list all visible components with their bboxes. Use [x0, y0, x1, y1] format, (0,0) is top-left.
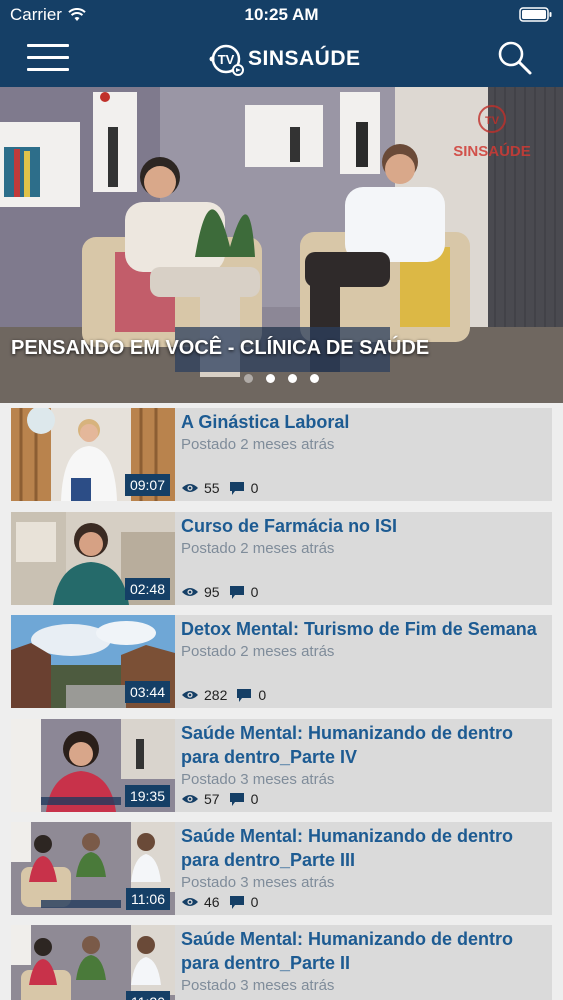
eye-icon — [182, 691, 198, 699]
comment-icon — [229, 481, 244, 495]
video-thumbnail: 19:35 — [11, 719, 175, 812]
video-thumbnail: 02:48 — [11, 512, 175, 605]
video-posted: Postado 3 meses atrás — [181, 874, 335, 891]
video-list-item[interactable]: 11:20 Saúde Mental: Humanizando de dentr… — [11, 925, 552, 1000]
view-count: 95 — [204, 584, 220, 600]
svg-text:TV: TV — [218, 52, 235, 67]
view-count: 55 — [204, 480, 220, 496]
search-button[interactable] — [495, 38, 535, 78]
comment-count: 0 — [250, 791, 259, 807]
status-bar: Carrier 10:25 AM — [0, 0, 563, 30]
video-title: A Ginástica Laboral — [181, 412, 350, 432]
video-posted: Postado 2 meses atrás — [181, 540, 335, 557]
video-title: Detox Mental: Turismo de Fim de Semana — [181, 619, 537, 639]
carousel-dot[interactable] — [288, 374, 297, 383]
svg-text:SINSAÚDE: SINSAÚDE — [453, 142, 531, 160]
video-thumbnail: 03:44 — [11, 615, 175, 708]
comment-count: 0 — [250, 584, 259, 600]
video-info: Detox Mental: Turismo de Fim de Semana P… — [181, 617, 549, 706]
comment-icon — [229, 585, 244, 599]
video-thumbnail: 09:07 — [11, 408, 175, 501]
carousel-dot[interactable] — [266, 374, 275, 383]
video-posted: Postado 3 meses atrás — [181, 771, 335, 788]
eye-icon — [182, 484, 198, 492]
navbar: TV SINSAÚDE — [0, 30, 563, 87]
comment-icon — [229, 792, 244, 806]
battery-icon — [519, 7, 553, 27]
video-title: Saúde Mental: Humanizando de dentro para… — [181, 723, 514, 767]
comment-icon — [229, 895, 244, 909]
video-stats: 57 0 — [181, 791, 258, 807]
video-list-item[interactable]: 19:35 Saúde Mental: Humanizando de dentr… — [11, 719, 552, 812]
video-duration: 02:48 — [124, 578, 170, 600]
comment-count: 0 — [250, 480, 259, 496]
comment-count: 0 — [258, 687, 267, 703]
video-list-item[interactable]: 03:44 Detox Mental: Turismo de Fim de Se… — [11, 615, 552, 708]
eye-icon — [182, 588, 198, 596]
featured-carousel[interactable]: TV SINSAÚDE PENSANDO EM VOCÊ - CLÍNICA D… — [0, 87, 563, 403]
video-posted: Postado 2 meses atrás — [181, 643, 335, 660]
video-list-item[interactable]: 11:06 Saúde Mental: Humanizando de dentr… — [11, 822, 552, 915]
video-info: A Ginástica Laboral Postado 2 meses atrá… — [181, 410, 549, 499]
video-stats: 95 0 — [181, 584, 258, 600]
view-count: 57 — [204, 791, 220, 807]
video-posted: Postado 2 meses atrás — [181, 436, 335, 453]
video-info: Saúde Mental: Humanizando de dentro para… — [181, 721, 549, 810]
video-duration: 11:20 — [126, 991, 170, 1000]
video-posted: Postado 3 meses atrás — [181, 977, 335, 994]
comment-icon — [237, 688, 252, 702]
logo-text: SINSAÚDE — [248, 47, 361, 70]
svg-text:TV: TV — [485, 115, 500, 127]
video-title: Curso de Farmácia no ISI — [181, 516, 398, 536]
status-time: 10:25 AM — [244, 5, 319, 24]
video-title: Saúde Mental: Humanizando de dentro para… — [181, 826, 514, 870]
video-thumbnail: 11:06 — [11, 822, 175, 915]
view-count: 282 — [204, 687, 228, 703]
search-icon — [498, 41, 532, 75]
carousel-dot[interactable] — [310, 374, 319, 383]
video-info: Saúde Mental: Humanizando de dentro para… — [181, 927, 549, 1000]
video-stats: 46 0 — [181, 894, 258, 910]
eye-icon — [182, 795, 198, 803]
eye-icon — [182, 898, 198, 906]
video-duration: 03:44 — [124, 681, 170, 703]
video-stats: 55 0 — [181, 480, 258, 496]
featured-title: PENSANDO EM VOCÊ - CLÍNICA DE SAÚDE — [11, 337, 430, 359]
video-info: Curso de Farmácia no ISI Postado 2 meses… — [181, 514, 549, 603]
video-thumbnail: 11:20 — [11, 925, 175, 1000]
carousel-dot[interactable] — [244, 374, 253, 383]
video-info: Saúde Mental: Humanizando de dentro para… — [181, 824, 549, 913]
video-list-item[interactable]: 09:07 A Ginástica Laboral Postado 2 mese… — [11, 408, 552, 501]
video-list-item[interactable]: 02:48 Curso de Farmácia no ISI Postado 2… — [11, 512, 552, 605]
video-title: Saúde Mental: Humanizando de dentro para… — [181, 929, 514, 973]
app-header: Carrier 10:25 AM TV SINSAÚDE — [0, 0, 563, 87]
menu-button[interactable] — [27, 44, 69, 72]
view-count: 46 — [204, 894, 220, 910]
tv-logo-icon: TV — [209, 44, 244, 76]
video-duration: 11:06 — [126, 888, 170, 910]
video-duration: 09:07 — [124, 474, 170, 496]
video-duration: 19:35 — [124, 785, 170, 807]
video-stats: 282 0 — [181, 687, 266, 703]
carousel-indicators — [244, 374, 319, 383]
comment-count: 0 — [250, 894, 259, 910]
app-logo: TV SINSAÚDE — [208, 42, 361, 76]
video-list[interactable]: 09:07 A Ginástica Laboral Postado 2 mese… — [0, 403, 563, 1000]
